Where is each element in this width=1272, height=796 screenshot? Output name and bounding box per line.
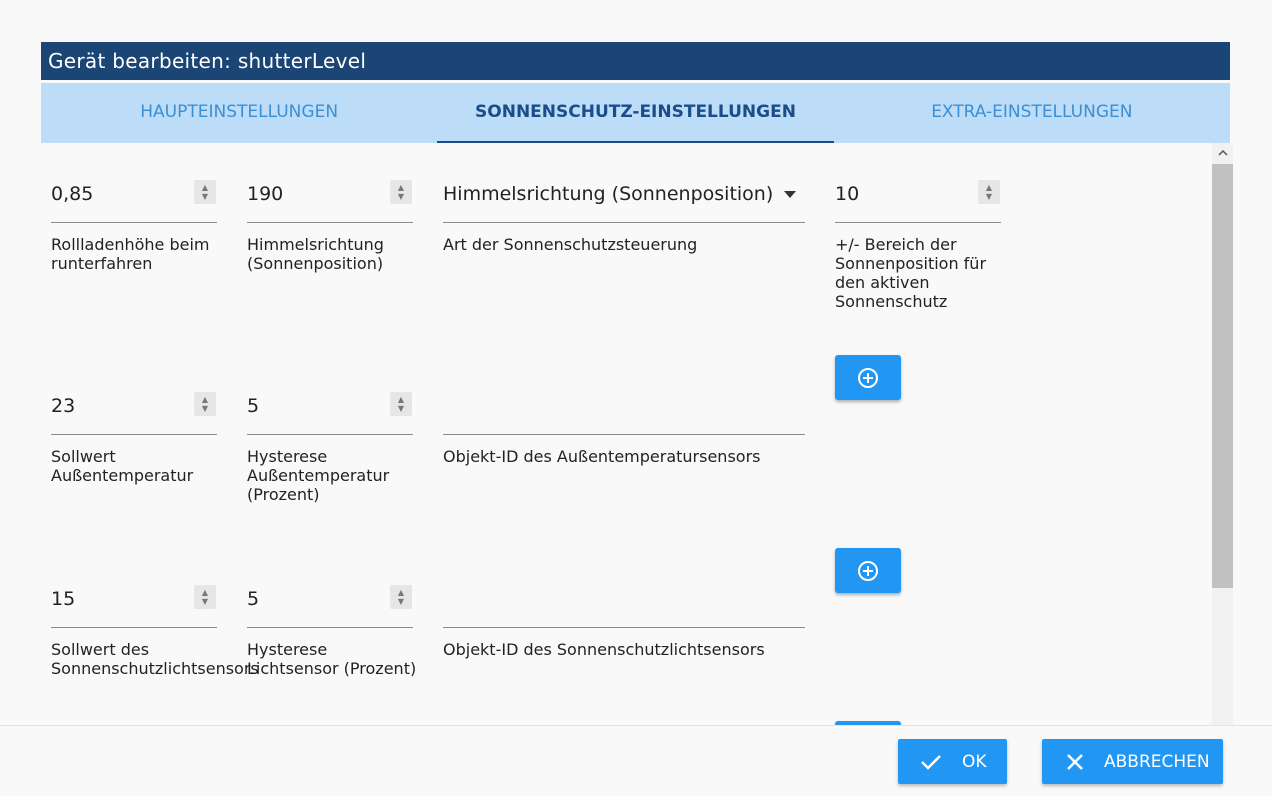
tab-main-settings[interactable]: HAUPTEINSTELLUNGEN (41, 83, 437, 143)
temp-setpoint-stepper[interactable]: ▲ ▼ (194, 392, 216, 416)
plus-circle-icon (858, 367, 878, 388)
light-hysteresis-stepper[interactable]: ▲ ▼ (390, 585, 412, 609)
temp-setpoint-label: Sollwert Außentemperatur (51, 447, 194, 485)
plus-circle-icon (858, 560, 878, 581)
input-underline (247, 434, 413, 435)
direction-input[interactable]: 190 (247, 183, 283, 205)
check-icon (921, 754, 941, 770)
range-label: +/- Bereich der Sonnenposition für den akt… (835, 235, 987, 311)
tab-extra-settings[interactable]: EXTRA-EINSTELLUNGEN (834, 83, 1230, 143)
tab-sun-protection-settings[interactable]: SONNENSCHUTZ-EINSTELLUNGEN (437, 83, 834, 143)
input-underline (443, 627, 805, 628)
light-setpoint-label: Sollwert des Sonnenschutzlichtsensors (51, 640, 259, 678)
add-light-sensor-button[interactable] (835, 548, 901, 593)
cancel-button[interactable]: ABBRECHEN (1042, 739, 1223, 784)
light-hysteresis-label: Hysterese Lichtsensor (Prozent) (247, 640, 417, 678)
input-underline (443, 434, 805, 435)
input-underline (443, 222, 805, 223)
scroll-up-icon[interactable] (1212, 143, 1233, 163)
direction-stepper[interactable]: ▲ ▼ (390, 180, 412, 204)
scrollbar-thumb[interactable] (1212, 164, 1233, 588)
cancel-button-label: ABBRECHEN (1104, 751, 1210, 772)
close-icon (1067, 753, 1083, 770)
add-temp-sensor-button[interactable] (835, 355, 901, 400)
range-stepper[interactable]: ▲ ▼ (978, 180, 1000, 204)
shutter-height-label: Rollladenhöhe beim runterfahren (51, 235, 210, 273)
range-input[interactable]: 10 (835, 183, 859, 205)
control-type-select[interactable]: Himmelsrichtung (Sonnenposition) (443, 183, 773, 205)
light-sensor-label: Objekt-ID des Sonnenschutzlichtsensors (443, 640, 765, 659)
light-hysteresis-input[interactable]: 5 (247, 588, 259, 610)
light-setpoint-input[interactable]: 15 (51, 588, 75, 610)
direction-label: Himmelsrichtung (Sonnenposition) (247, 235, 384, 273)
temp-sensor-label: Objekt-ID des Außentemperatursensors (443, 447, 761, 466)
settings-panel: 0,85 ▲ ▼ Rollladenhöhe beim runterfahren 1… (41, 143, 1233, 725)
shutter-height-input[interactable]: 0,85 (51, 183, 93, 205)
control-type-label: Art der Sonnenschutzsteuerung (443, 235, 698, 254)
temp-hysteresis-stepper[interactable]: ▲ ▼ (390, 392, 412, 416)
input-underline (51, 222, 217, 223)
temp-hysteresis-input[interactable]: 5 (247, 395, 259, 417)
input-underline (247, 222, 413, 223)
shutter-height-stepper[interactable]: ▲ ▼ (194, 180, 216, 204)
input-underline (835, 222, 1001, 223)
temp-setpoint-input[interactable]: 23 (51, 395, 75, 417)
light-setpoint-stepper[interactable]: ▲ ▼ (194, 585, 216, 609)
dialog-title: Gerät bearbeiten: shutterLevel (41, 42, 1230, 80)
input-underline (247, 627, 413, 628)
input-underline (51, 434, 217, 435)
tab-bar: HAUPTEINSTELLUNGEN SONNENSCHUTZ-EINSTELL… (41, 83, 1230, 143)
ok-button-label: OK (962, 751, 987, 772)
input-underline (51, 627, 217, 628)
chevron-down-icon[interactable] (784, 191, 796, 198)
temp-hysteresis-label: Hysterese Außentemperatur (Prozent) (247, 447, 390, 504)
ok-button[interactable]: OK (898, 739, 1007, 784)
